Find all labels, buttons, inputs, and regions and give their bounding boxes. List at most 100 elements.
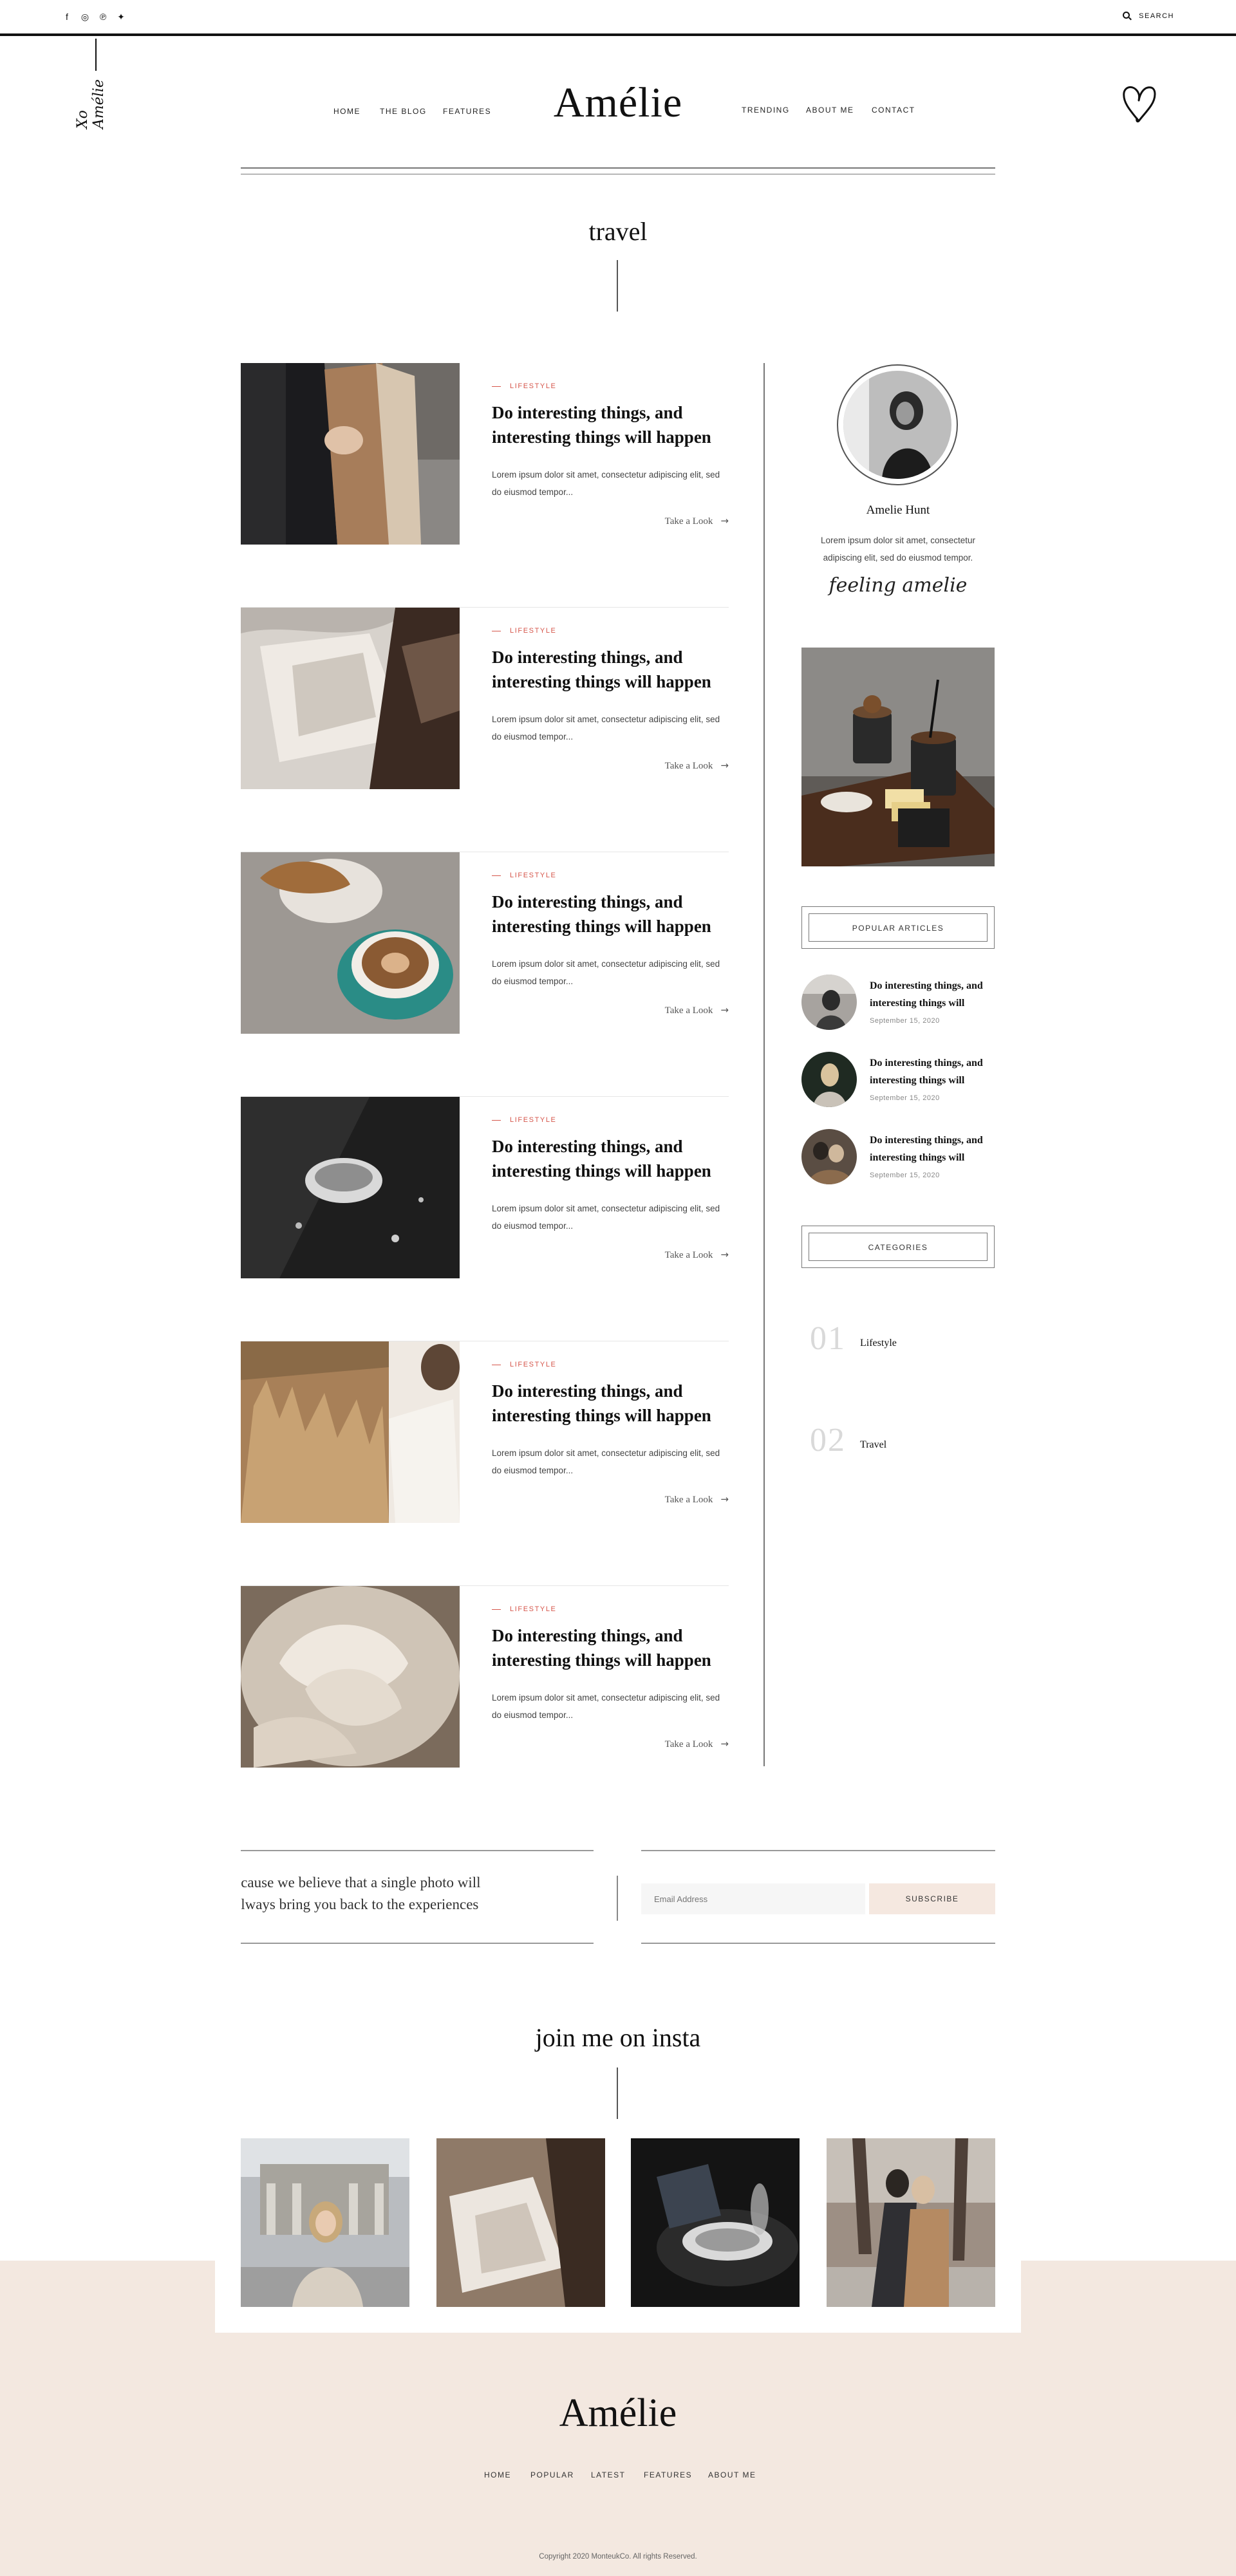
post-image[interactable] [241,363,460,545]
post-category[interactable]: LIFESTYLE [492,1605,556,1613]
post-title[interactable]: Do interesting things, and interesting t… [492,645,730,694]
header-divider [241,167,995,169]
site-logo[interactable]: Amélie [0,79,1236,127]
search-button[interactable]: SEARCH [1123,12,1174,20]
popular-thumb [801,1052,857,1107]
take-a-look-link[interactable]: Take a Look → [665,1493,729,1506]
popular-date: September 15, 2020 [870,1094,940,1102]
sidebar-divider [763,363,765,1766]
newsletter-rule [641,1850,995,1851]
email-field[interactable] [641,1883,865,1914]
categories-box: CATEGORIES [801,1226,995,1268]
arrow-right-icon: → [720,515,729,527]
category-item-travel[interactable]: 02 Travel [810,1421,886,1459]
take-a-look-label: Take a Look [664,1739,713,1750]
popular-item[interactable]: Do interesting things, and interesting t… [801,975,1001,1032]
top-bar: f ◎ ℗ ✦ SEARCH [0,0,1236,36]
popular-thumb [801,1129,857,1184]
facebook-icon[interactable]: f [61,12,73,24]
post-excerpt: Lorem ipsum dolor sit amet, consectetur … [492,1204,720,1231]
post-image[interactable] [241,1586,460,1768]
take-a-look-link[interactable]: Take a Look → [665,1004,729,1016]
footer-nav-home[interactable]: HOME [484,2470,511,2479]
take-a-look-label: Take a Look [664,516,713,527]
author-bio: Lorem ipsum dolor sit amet, consectetur … [820,536,976,563]
footer-nav-latest[interactable]: LATEST [591,2470,625,2479]
newsletter-rule [241,1943,594,1944]
take-a-look-link[interactable]: Take a Look → [665,760,729,772]
heart-icon [1123,86,1156,123]
newsletter-rule [241,1850,594,1851]
arrow-right-icon: → [720,1738,729,1750]
post-category[interactable]: LIFESTYLE [492,1116,556,1124]
arrow-right-icon: → [720,1493,729,1505]
insta-image[interactable] [827,2138,995,2307]
footer-logo[interactable]: Amélie [0,2391,1236,2436]
popular-title[interactable]: Do interesting things, and interesting t… [870,977,998,1012]
arrow-right-icon: → [720,1004,729,1016]
post-title[interactable]: Do interesting things, and interesting t… [492,400,730,449]
post-excerpt: Lorem ipsum dolor sit amet, consectetur … [492,470,720,497]
take-a-look-label: Take a Look [664,1495,713,1505]
popular-item[interactable]: Do interesting things, and interesting t… [801,1129,1001,1187]
nav-about-me[interactable]: ABOUT ME [806,106,854,115]
nav-trending[interactable]: TRENDING [742,106,790,115]
post-card: LIFESTYLE Do interesting things, and int… [241,1341,729,1586]
nav-contact[interactable]: CONTACT [872,106,915,115]
take-a-look-link[interactable]: Take a Look → [665,1738,729,1750]
post-card: LIFESTYLE Do interesting things, and int… [241,852,729,1097]
category-name[interactable]: Lifestyle [860,1338,897,1349]
post-card: LIFESTYLE Do interesting things, and int… [241,1586,729,1768]
insta-image[interactable] [436,2138,605,2307]
insta-image[interactable] [631,2138,800,2307]
newsletter-divider [617,1876,618,1921]
post-title[interactable]: Do interesting things, and interesting t… [492,1623,730,1672]
post-image[interactable] [241,852,460,1034]
search-label: SEARCH [1139,12,1174,20]
categories-title: CATEGORIES [809,1233,988,1261]
post-excerpt: Lorem ipsum dolor sit amet, consectetur … [492,714,720,742]
category-name[interactable]: Travel [860,1439,886,1451]
footer-nav-popular[interactable]: POPULAR [530,2470,574,2479]
post-excerpt: Lorem ipsum dolor sit amet, consectetur … [492,1693,720,1720]
pinterest-icon[interactable]: ℗ [97,12,109,24]
insta-image[interactable] [241,2138,409,2307]
post-card: LIFESTYLE Do interesting things, and int… [241,608,729,852]
post-excerpt: Lorem ipsum dolor sit amet, consectetur … [492,959,720,986]
popular-date: September 15, 2020 [870,1017,940,1025]
copyright: Copyright 2020 MonteukCo. All rights Res… [539,2553,697,2561]
post-category[interactable]: LIFESTYLE [492,1361,556,1368]
post-image[interactable] [241,1341,460,1523]
subscribe-button[interactable]: SUBSCRIBE [869,1883,995,1914]
post-category[interactable]: LIFESTYLE [492,872,556,879]
post-image[interactable] [241,1097,460,1278]
take-a-look-link[interactable]: Take a Look → [665,1249,729,1261]
post-title[interactable]: Do interesting things, and interesting t… [492,1379,730,1428]
footer-nav-about-me[interactable]: ABOUT ME [708,2470,756,2479]
popular-articles-box: POPULAR ARTICLES [801,906,995,949]
post-title[interactable]: Do interesting things, and interesting t… [492,1134,730,1183]
popular-thumb [801,975,857,1030]
popular-title[interactable]: Do interesting things, and interesting t… [870,1132,998,1166]
post-image[interactable] [241,608,460,789]
take-a-look-link[interactable]: Take a Look → [665,515,729,527]
twitter-icon[interactable]: ✦ [115,12,127,24]
post-category[interactable]: LIFESTYLE [492,627,556,635]
popular-articles-title: POPULAR ARTICLES [809,913,988,942]
post-excerpt: Lorem ipsum dolor sit amet, consectetur … [492,1448,720,1475]
popular-title[interactable]: Do interesting things, and interesting t… [870,1054,998,1089]
author-signature: feeling amelie [829,574,968,597]
popular-item[interactable]: Do interesting things, and interesting t… [801,1052,1001,1110]
sidebar-image[interactable] [801,648,995,866]
post-title[interactable]: Do interesting things, and interesting t… [492,890,730,938]
page-title: travel [588,217,648,246]
instagram-icon[interactable]: ◎ [79,12,91,24]
title-divider [617,260,618,312]
post-category[interactable]: LIFESTYLE [492,382,556,390]
newsletter-line-2: always bring you back to the experiences [241,1896,479,1912]
insta-title: join me on insta [535,2023,701,2052]
footer-nav-features[interactable]: FEATURES [644,2470,692,2479]
arrow-right-icon: → [720,760,729,771]
category-item-lifestyle[interactable]: 01 Lifestyle [810,1320,897,1358]
search-icon [1123,12,1130,19]
